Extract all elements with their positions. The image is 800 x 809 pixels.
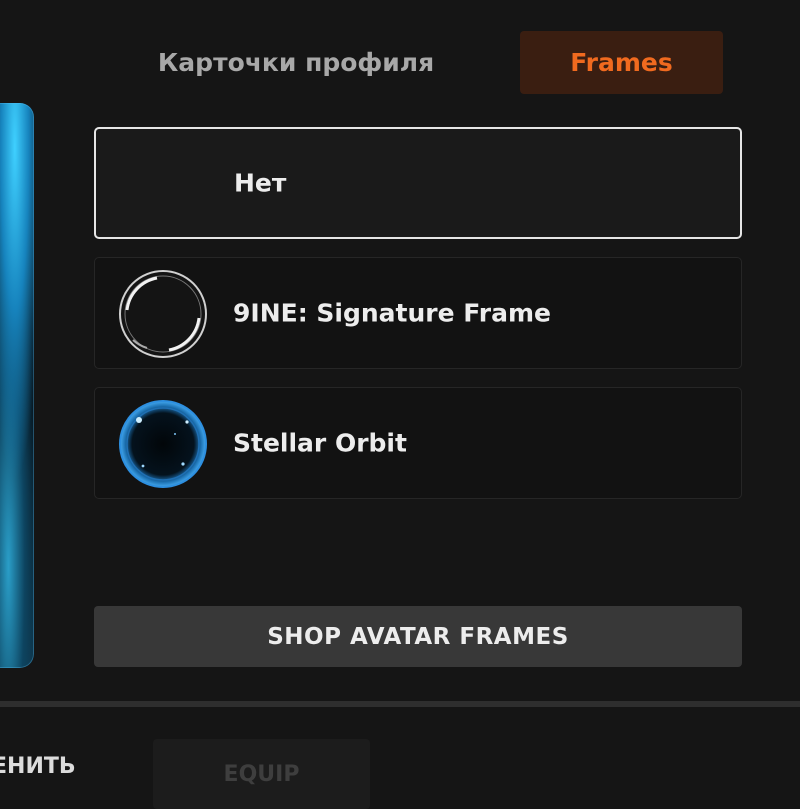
divider [0,701,800,707]
frame-option-label: Нет [234,168,287,198]
frame-option-label: 9INE: Signature Frame [233,298,551,328]
apply-button[interactable]: ЕНИТЬ [0,754,76,779]
frame-option-label: Stellar Orbit [233,428,407,458]
tab-frames[interactable]: Frames [520,31,723,94]
avatar-preview [0,103,34,668]
equip-button[interactable]: EQUIP [153,739,370,809]
tab-profile-cards[interactable]: Карточки профиля [110,31,482,94]
frame-option-none[interactable]: Нет [94,127,742,239]
frame-option-signature[interactable]: 9INE: Signature Frame [94,257,742,369]
frame-option-stellar-orbit[interactable]: Stellar Orbit [94,387,742,499]
signature-frame-icon [119,270,207,358]
shop-avatar-frames-button[interactable]: SHOP AVATAR FRAMES [94,606,742,667]
stellar-orbit-icon [119,400,207,488]
